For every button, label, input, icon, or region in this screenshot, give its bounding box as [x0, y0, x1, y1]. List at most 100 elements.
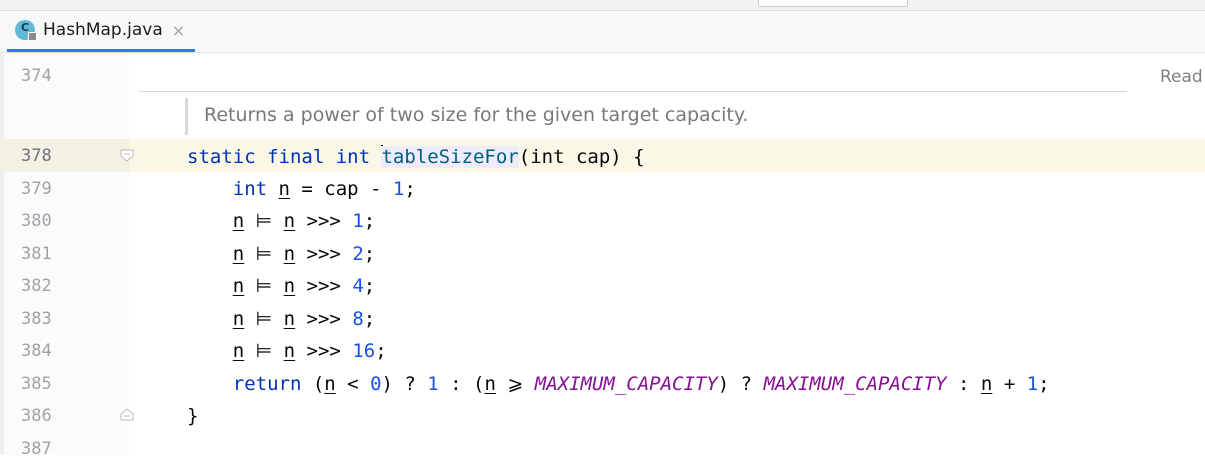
- code-token-operator: ⊨: [244, 275, 284, 297]
- doc-comment-separator: [139, 91, 1127, 92]
- code-token-keyword: static final int: [187, 146, 382, 168]
- code-token-number: 1: [352, 210, 364, 232]
- java-class-icon-letter: C: [20, 21, 30, 34]
- code-line-381: n ⊨ n >>> 2;: [187, 243, 375, 265]
- line-number: 378: [21, 146, 52, 166]
- line-number: 387: [21, 439, 52, 459]
- code-line-385: return (n < 0) ? 1 : (n ⩾ MAXIMUM_CAPACI…: [187, 373, 1050, 395]
- code-token: (int cap) {: [518, 146, 645, 168]
- code-token: ) ?: [717, 373, 764, 395]
- line-number: 374: [21, 66, 52, 86]
- code-token: (: [301, 373, 325, 395]
- rendered-doc-comment: Returns a power of two size for the give…: [204, 104, 749, 126]
- code-token: ;: [363, 308, 376, 330]
- code-token-operator: ⊨: [244, 210, 284, 232]
- code-token-variable: n: [324, 373, 336, 395]
- code-line-384: n ⊨ n >>> 16;: [187, 340, 387, 362]
- code-token-variable: n: [232, 308, 245, 330]
- code-token-method-name: tableSizeFor: [381, 146, 519, 168]
- code-token: ;: [363, 210, 376, 232]
- line-number: 379: [21, 179, 52, 199]
- code-token-variable: n: [232, 243, 245, 265]
- code-line-378: static final int tableSizeFor(int cap) {: [187, 145, 645, 168]
- code-token: = cap -: [289, 178, 393, 200]
- code-token-constant: MAXIMUM_CAPACITY: [763, 373, 947, 395]
- code-editor[interactable]: Read Returns a power of two size for the…: [0, 53, 1205, 459]
- line-number-gutter: [0, 53, 129, 455]
- code-token-operator: ⊨: [244, 243, 284, 265]
- code-line-383: n ⊨ n >>> 8;: [187, 308, 375, 330]
- code-token-number: 0: [370, 373, 382, 395]
- java-class-icon: C: [15, 20, 37, 41]
- code-token-variable: n: [283, 308, 296, 330]
- line-number: 380: [21, 211, 52, 231]
- code-token-variable: n: [283, 210, 296, 232]
- code-token: ;: [363, 243, 376, 265]
- code-token: ) ?: [381, 373, 428, 395]
- code-token-operator: >>>: [295, 308, 353, 330]
- code-token-operator: ⩾: [495, 373, 535, 395]
- line-number: 382: [21, 276, 52, 296]
- code-token-variable: n: [283, 243, 296, 265]
- code-token-operator: ⊨: [244, 340, 284, 362]
- code-token-number: 4: [352, 275, 364, 297]
- fold-collapse-icon[interactable]: [120, 149, 134, 162]
- code-token-operator: <: [335, 373, 371, 395]
- toolbar-field[interactable]: [758, 0, 908, 7]
- code-token-keyword: int: [187, 178, 279, 200]
- code-line-380: n ⊨ n >>> 1;: [187, 210, 375, 232]
- code-token: : (: [438, 373, 485, 395]
- code-token-operator: >>>: [295, 243, 353, 265]
- top-toolbar-strip: [0, 0, 1205, 11]
- code-token-variable: n: [232, 340, 245, 362]
- code-token-number: 1: [427, 373, 439, 395]
- code-token: ;: [363, 275, 376, 297]
- code-token-number: 16: [352, 340, 376, 362]
- line-number: 385: [21, 374, 52, 394]
- tab-label: HashMap.java: [43, 20, 163, 40]
- line-number: 383: [21, 309, 52, 329]
- code-line-386: }: [187, 405, 198, 427]
- line-number: 386: [21, 406, 52, 426]
- fold-end-icon[interactable]: [120, 408, 134, 421]
- line-number: 381: [21, 244, 52, 264]
- code-token-variable: n: [484, 373, 496, 395]
- code-token-number: 1: [1026, 373, 1039, 395]
- code-token-variable: n: [283, 340, 296, 362]
- line-number: 384: [21, 341, 52, 361]
- reader-mode-button[interactable]: Read: [1160, 67, 1203, 87]
- doc-comment-bar: [185, 98, 188, 135]
- code-token-variable: n: [232, 210, 245, 232]
- code-token-operator: >>>: [295, 275, 353, 297]
- code-token-variable: n: [980, 373, 993, 395]
- code-token: ;: [404, 178, 416, 200]
- code-line-379: int n = cap - 1;: [187, 178, 416, 200]
- code-token-number: 1: [392, 178, 405, 200]
- code-token-variable: n: [283, 275, 296, 297]
- code-token-variable: n: [232, 275, 245, 297]
- code-token-variable: n: [278, 178, 290, 200]
- code-token-constant: MAXIMUM_CAPACITY: [534, 373, 718, 395]
- code-token: ;: [1038, 373, 1050, 395]
- code-token-operator: +: [992, 373, 1027, 395]
- code-token-number: 2: [352, 243, 364, 265]
- code-token-operator: >>>: [295, 210, 353, 232]
- tab-hashmap-java[interactable]: C HashMap.java ×: [7, 11, 195, 52]
- code-token-keyword: return: [187, 373, 302, 395]
- code-token-number: 8: [352, 308, 364, 330]
- editor-tab-bar: C HashMap.java ×: [0, 11, 1205, 53]
- code-token: ;: [375, 340, 387, 362]
- current-line-gutter-highlight: [0, 139, 129, 172]
- code-token-operator: >>>: [295, 340, 353, 362]
- code-token: :: [946, 373, 981, 395]
- gutter-edge: [0, 53, 4, 455]
- close-tab-icon[interactable]: ×: [172, 21, 185, 40]
- code-line-382: n ⊨ n >>> 4;: [187, 275, 375, 297]
- code-token: }: [187, 405, 199, 427]
- code-token-operator: ⊨: [244, 308, 284, 330]
